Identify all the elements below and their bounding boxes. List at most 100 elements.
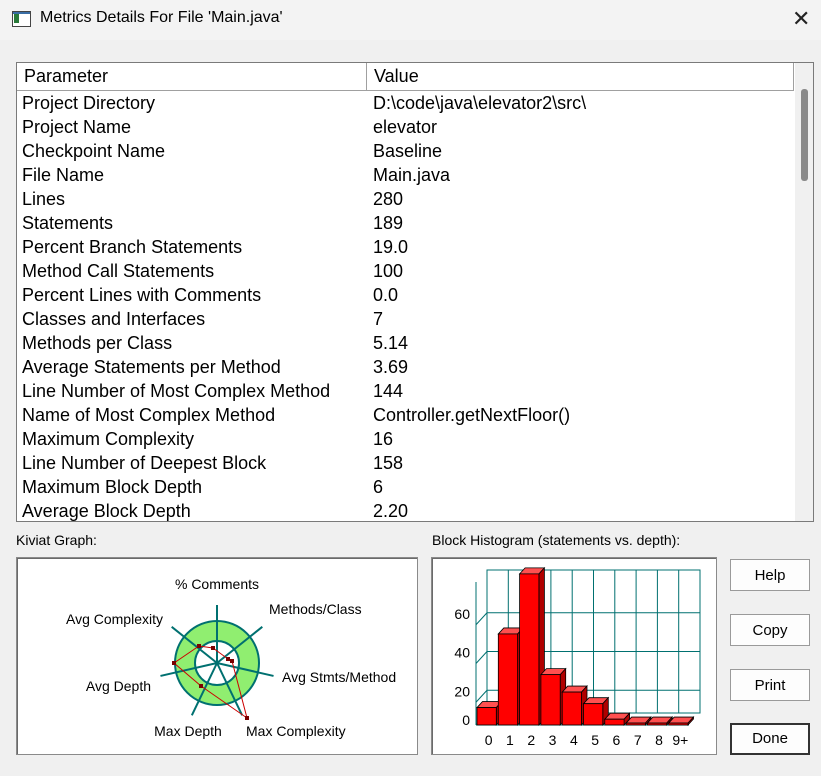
value-cell: 6 xyxy=(373,477,384,497)
value-cell: D:\code\java\elevator2\src\ xyxy=(373,93,587,113)
x-tick-label: 8 xyxy=(655,732,663,748)
table-row[interactable]: Method Call Statements 100 xyxy=(17,259,794,283)
table-row[interactable]: Name of Most Complex Method Controller.ge… xyxy=(17,403,794,427)
x-tick-label: 6 xyxy=(613,732,621,748)
kiviat-axis-label: Avg Complexity xyxy=(66,611,163,627)
x-tick-label: 4 xyxy=(570,732,578,748)
table-row[interactable]: Project Directory D:\code\java\elevator2\… xyxy=(17,91,794,115)
parameter-cell: Maximum Block Depth xyxy=(22,477,203,497)
kiviat-point xyxy=(172,661,176,665)
kiviat-axis-label: % Comments xyxy=(175,576,259,592)
x-tick-label: 2 xyxy=(527,732,535,748)
parameter-cell: Percent Branch Statements xyxy=(22,237,243,257)
app-icon xyxy=(12,11,31,27)
help-button[interactable]: Help xyxy=(730,559,810,591)
histogram-bar xyxy=(646,722,668,726)
scrollbar-thumb[interactable] xyxy=(801,89,808,181)
value-cell: elevator xyxy=(373,117,438,137)
parameter-cell: Method Call Statements xyxy=(22,261,215,281)
y-tick-label: 40 xyxy=(454,645,470,661)
table-body: Project Directory D:\code\java\elevator2\… xyxy=(17,91,794,521)
table-row[interactable]: Maximum Block Depth 6 xyxy=(17,475,794,499)
value-cell: Baseline xyxy=(373,141,443,161)
block-histogram: 0 20 40 60 0 1 2 3 4 5 6 7 8 9+ xyxy=(431,557,717,755)
parameter-cell: Name of Most Complex Method xyxy=(22,405,276,425)
table-row[interactable]: Line Number of Most Complex Method 144 xyxy=(17,379,794,403)
kiviat-point xyxy=(211,646,215,650)
parameter-cell: Average Block Depth xyxy=(22,501,191,521)
table-row[interactable]: Maximum Complexity 16 xyxy=(17,427,794,451)
histogram-grid-diag xyxy=(475,612,488,626)
kiviat-point xyxy=(230,659,234,663)
x-tick-label: 5 xyxy=(591,732,599,748)
histogram-bar xyxy=(625,722,646,726)
print-button[interactable]: Print xyxy=(730,669,810,701)
table-row[interactable]: Percent Branch Statements 19.0 xyxy=(17,235,794,259)
table-row[interactable]: Line Number of Deepest Block 158 xyxy=(17,451,794,475)
title-bar: Metrics Details For File 'Main.java' ✕ xyxy=(0,0,821,40)
kiviat-axis-label: Max Depth xyxy=(154,723,222,739)
metrics-table: Parameter Value Project Directory D:\code… xyxy=(16,62,814,522)
value-cell: 3.69 xyxy=(373,357,409,377)
table-row[interactable]: Project Name elevator xyxy=(17,115,794,139)
x-tick-label: 1 xyxy=(506,732,514,748)
histogram-bar xyxy=(497,633,519,726)
value-cell: 19.0 xyxy=(373,237,409,257)
y-tick-label: 60 xyxy=(454,606,470,622)
table-row[interactable]: File Name Main.java xyxy=(17,163,794,187)
table-row[interactable]: Lines 280 xyxy=(17,187,794,211)
y-tick-label: 0 xyxy=(462,712,470,728)
y-tick-label: 20 xyxy=(454,683,470,699)
table-row[interactable]: Average Block Depth 2.20 xyxy=(17,499,794,521)
value-cell: 189 xyxy=(373,213,404,233)
value-cell: 2.20 xyxy=(373,501,409,521)
parameter-cell: Line Number of Most Complex Method xyxy=(22,381,331,401)
value-cell: 100 xyxy=(373,261,404,281)
table-row[interactable]: Statements 189 xyxy=(17,211,794,235)
histogram-bar xyxy=(561,691,582,726)
value-cell: Main.java xyxy=(373,165,451,185)
parameter-cell: Project Directory xyxy=(22,93,156,113)
table-row[interactable]: Methods per Class 5.14 xyxy=(17,331,794,355)
kiviat-svg: % Comments Methods/Class Avg Stmts/Method M… xyxy=(66,576,396,739)
table-row[interactable]: Checkpoint Name Baseline xyxy=(17,139,794,163)
table-row[interactable]: Percent Lines with Comments 0.0 xyxy=(17,283,794,307)
header-parameter[interactable]: Parameter xyxy=(17,63,367,90)
parameter-cell: Maximum Complexity xyxy=(22,429,195,449)
value-cell: 5.14 xyxy=(373,333,409,353)
parameter-cell: Percent Lines with Comments xyxy=(22,285,262,305)
kiviat-label: Kiviat Graph: xyxy=(16,532,97,548)
table-row[interactable]: Average Statements per Method 3.69 xyxy=(17,355,794,379)
parameter-cell: Methods per Class xyxy=(22,333,173,353)
kiviat-graph: % Comments Methods/Class Avg Stmts/Method M… xyxy=(16,557,418,755)
value-cell: 7 xyxy=(373,309,384,329)
kiviat-point xyxy=(197,644,201,648)
histogram-label: Block Histogram (statements vs. depth): xyxy=(432,532,681,548)
histogram-bar xyxy=(519,573,540,726)
done-button[interactable]: Done xyxy=(730,723,810,755)
histogram-bar xyxy=(668,722,689,726)
kiviat-point xyxy=(245,716,249,720)
parameter-cell: Checkpoint Name xyxy=(22,141,166,161)
value-cell: 144 xyxy=(373,381,404,401)
parameter-cell: Classes and Interfaces xyxy=(22,309,206,329)
histogram-grid-diag xyxy=(475,651,488,664)
window-title: Metrics Details For File 'Main.java' xyxy=(40,9,283,26)
value-cell: 0.0 xyxy=(373,285,399,305)
table-row[interactable]: Classes and Interfaces 7 xyxy=(17,307,794,331)
copy-button[interactable]: Copy xyxy=(730,614,810,646)
histogram-bar xyxy=(604,718,625,726)
parameter-cell: Lines xyxy=(22,189,66,209)
header-value[interactable]: Value xyxy=(367,63,794,90)
table-header: Parameter Value xyxy=(17,63,794,91)
histogram-bar xyxy=(583,703,604,726)
histogram-bar xyxy=(540,674,561,726)
kiviat-point xyxy=(199,684,203,688)
histogram-svg: 02040600 1 2 3 4 5 6 7 8 9+ xyxy=(454,566,701,748)
kiviat-axis-label: Methods/Class xyxy=(269,601,362,617)
close-icon[interactable]: ✕ xyxy=(792,6,810,32)
value-cell: 280 xyxy=(373,189,404,209)
x-tick-label: 3 xyxy=(549,732,557,748)
x-tick-label: 7 xyxy=(634,732,642,748)
vertical-scrollbar[interactable] xyxy=(795,63,813,521)
